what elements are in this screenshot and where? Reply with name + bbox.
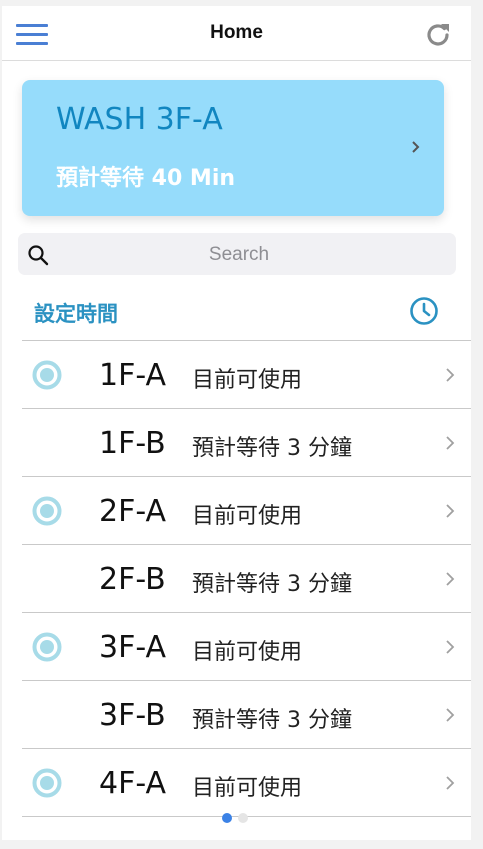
machine-status: 預計等待 3 分鐘 [192, 436, 352, 461]
page-dot-1[interactable] [222, 813, 232, 823]
machine-row-1f-b[interactable]: 1F-B 預計等待 3 分鐘 [22, 408, 471, 476]
machine-code: 1F-A [99, 358, 167, 393]
machine-code: 4F-A [99, 766, 167, 801]
refresh-icon[interactable] [423, 20, 453, 50]
clock-icon[interactable] [409, 296, 439, 326]
machine-row-2f-a[interactable]: 2F-A 目前可使用 [22, 476, 471, 544]
machine-status: 目前可使用 [192, 368, 303, 393]
machine-row-3f-a[interactable]: 3F-A 目前可使用 [22, 612, 471, 680]
machine-row-2f-b[interactable]: 2F-B 預計等待 3 分鐘 [22, 544, 471, 612]
chevron-right-icon [446, 368, 455, 382]
machine-row-3f-b[interactable]: 3F-B 預計等待 3 分鐘 [22, 680, 471, 748]
available-indicator-icon [32, 632, 62, 662]
machine-code: 2F-A [99, 494, 167, 529]
chevron-right-icon [446, 436, 455, 450]
top-bar: Home [2, 6, 471, 61]
machine-list: 1F-A 目前可使用 1F-B 預計等待 3 分鐘 2F-A 目前可使用 2F-B 預計等待 … [22, 340, 471, 817]
search-input[interactable] [58, 233, 420, 277]
machine-code: 1F-B [99, 426, 166, 461]
machine-status: 預計等待 3 分鐘 [192, 572, 352, 597]
machine-status: 目前可使用 [192, 504, 303, 529]
machine-code: 2F-B [99, 562, 166, 597]
chevron-right-icon [446, 640, 455, 654]
machine-row-4f-a[interactable]: 4F-A 目前可使用 [22, 748, 471, 817]
current-machine-card[interactable]: WASH 3F-A 預計等待 40 Min [22, 80, 444, 216]
search-bar [18, 233, 456, 277]
page-title: Home [210, 22, 263, 43]
machine-code: 3F-B [99, 698, 166, 733]
chevron-right-icon [446, 572, 455, 586]
available-indicator-icon [32, 496, 62, 526]
app-screen: Home WASH 3F-A 預計等待 40 Min 設定時間 1F-A 目前可使… [2, 6, 471, 840]
machine-status: 預計等待 3 分鐘 [192, 708, 352, 733]
machine-code: 3F-A [99, 630, 167, 665]
set-time-title: 設定時間 [34, 302, 118, 326]
chevron-right-icon [446, 708, 455, 722]
available-indicator-icon [32, 768, 62, 798]
machine-status: 目前可使用 [192, 776, 303, 801]
machine-status: 目前可使用 [192, 640, 303, 665]
machine-row-1f-a[interactable]: 1F-A 目前可使用 [22, 340, 471, 408]
available-indicator-icon [32, 360, 62, 390]
page-indicator [222, 808, 254, 823]
page-dot-2[interactable] [238, 813, 248, 823]
chevron-right-icon [446, 504, 455, 518]
search-icon [28, 245, 49, 266]
current-wait-time: 預計等待 40 Min [56, 166, 236, 191]
chevron-right-icon [446, 776, 455, 790]
chevron-right-icon [412, 141, 420, 153]
current-machine-title: WASH 3F-A [56, 102, 223, 137]
